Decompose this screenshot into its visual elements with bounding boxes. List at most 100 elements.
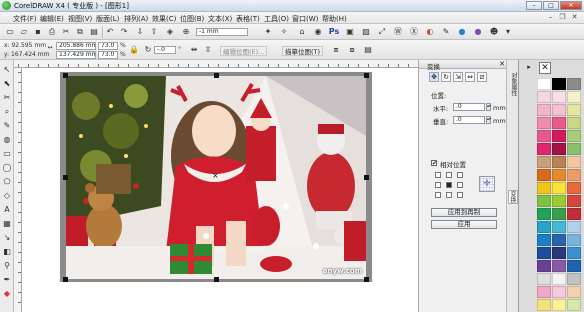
color-swatch[interactable] [567, 273, 581, 285]
color-swatch[interactable] [552, 104, 566, 116]
palette-arrow-icon[interactable]: ▸ [523, 62, 535, 72]
menu-table[interactable]: 表格(T) [236, 14, 260, 24]
mirror-horizontal-icon[interactable]: ⇹ [188, 44, 200, 56]
rotation-angle-field[interactable]: -.0 [154, 46, 176, 54]
color-swatch[interactable] [552, 247, 566, 259]
color-swatch[interactable] [537, 104, 551, 116]
minimize-button[interactable]: – [526, 1, 542, 10]
color-swatch[interactable] [537, 195, 551, 207]
excel-icon[interactable]: Ⓧ [408, 26, 420, 38]
crop-tool-icon[interactable]: ✂ [1, 92, 13, 103]
color-swatch[interactable] [537, 247, 551, 259]
side-tab-transform[interactable]: 变换 [508, 190, 518, 204]
connector-icon[interactable]: ⤢ [376, 26, 388, 38]
to-front-icon[interactable]: ⧈ [330, 44, 342, 56]
snap-to-icon[interactable]: ✦ [262, 26, 274, 38]
color-swatch[interactable] [537, 156, 551, 168]
relative-position-checkbox[interactable]: ✔ [431, 160, 437, 167]
color-swatch[interactable] [567, 91, 581, 103]
menu-arrange[interactable]: 排列(A) [124, 14, 148, 24]
horizontal-ruler[interactable] [14, 60, 418, 68]
color-swatch[interactable] [567, 182, 581, 194]
color-swatch[interactable] [552, 299, 566, 311]
apply-button[interactable]: 应用 [431, 220, 497, 229]
vertical-position-input[interactable]: .0 [453, 116, 485, 124]
position-x-label[interactable]: x: 92.595 mm [4, 42, 46, 49]
color-styles-icon[interactable]: ● [472, 26, 484, 38]
rectangle-tool-icon[interactable]: ▭ [1, 148, 13, 159]
menu-view[interactable]: 视图(V) [68, 14, 92, 24]
anchor-top-center[interactable] [446, 172, 452, 178]
text-icon[interactable]: ✎ [440, 26, 452, 38]
color-swatch[interactable] [552, 130, 566, 142]
color-swatch[interactable] [552, 234, 566, 246]
application-launcher-icon[interactable]: ◈ [164, 26, 176, 38]
color-swatch[interactable] [537, 78, 551, 90]
color-swatch[interactable] [537, 117, 551, 129]
selection-handle-top-right[interactable] [364, 73, 369, 78]
vertical-spinner[interactable]: ▴▾ [486, 116, 491, 124]
menu-file[interactable]: 文件(F) [13, 14, 37, 24]
doc-minimize-icon[interactable]: – [546, 13, 555, 22]
ellipse-tool-icon[interactable]: ◯ [1, 162, 13, 173]
maximize-button[interactable]: □ [543, 1, 559, 10]
color-swatch[interactable] [552, 260, 566, 272]
color-swatch[interactable] [552, 286, 566, 298]
eyedropper-tool-icon[interactable]: ⚲ [1, 260, 13, 271]
anchor-bottom-right[interactable] [457, 192, 463, 198]
open-folder-icon[interactable]: ▱ [18, 26, 30, 38]
color-swatch[interactable] [537, 273, 551, 285]
position-y-label[interactable]: y: 167.424 mm [4, 51, 49, 58]
menu-edit[interactable]: 编辑(E) [40, 14, 64, 24]
color-swatch[interactable] [567, 247, 581, 259]
skew-tab-icon[interactable]: ⧄ [477, 72, 487, 82]
wrap-text-icon[interactable]: ▤ [362, 44, 374, 56]
selection-handle-middle-left[interactable] [63, 175, 68, 180]
edit-bitmap-button[interactable]: 编辑位图(E)... [220, 46, 268, 56]
color-swatch[interactable] [552, 195, 566, 207]
color-swatch[interactable] [567, 104, 581, 116]
to-back-icon[interactable]: ⧇ [346, 44, 358, 56]
color-swatch[interactable] [567, 143, 581, 155]
dimension-tool-icon[interactable]: ↘ [1, 232, 13, 243]
anchor-top-right[interactable] [457, 172, 463, 178]
doc-close-icon[interactable]: ✕ [570, 13, 579, 22]
save-icon[interactable]: ▪ [32, 26, 44, 38]
pick-tool-icon[interactable]: ↖ [1, 64, 13, 75]
mirror-vertical-icon[interactable]: ⇳ [202, 44, 214, 56]
color-swatch[interactable] [567, 117, 581, 129]
width-field[interactable]: 205.886 mm [56, 42, 96, 50]
undo-icon[interactable]: ↶ [104, 26, 116, 38]
color-swatch[interactable] [537, 143, 551, 155]
selection-handle-top-middle[interactable] [214, 73, 219, 78]
table-tool-icon[interactable]: ▦ [1, 218, 13, 229]
zoom-level-field[interactable]: -1 mm [196, 28, 248, 36]
color-swatch[interactable] [567, 169, 581, 181]
selection-handle-middle-right[interactable] [364, 175, 369, 180]
color-swatch[interactable] [537, 169, 551, 181]
basic-shapes-icon[interactable]: ◇ [1, 190, 13, 201]
height-field[interactable]: 137.429 mm [56, 51, 96, 59]
color-swatch[interactable] [537, 234, 551, 246]
color-swatch[interactable] [552, 169, 566, 181]
color-swatch[interactable] [567, 260, 581, 272]
color-swatch[interactable] [567, 156, 581, 168]
apply-to-duplicate-button[interactable]: 应用到再制 [431, 208, 497, 217]
shape-tool-icon[interactable]: ⬉ [1, 78, 13, 89]
color-swatch[interactable] [537, 182, 551, 194]
selection-handle-bottom-right[interactable] [364, 277, 369, 282]
color-swatch[interactable] [552, 143, 566, 155]
import-icon[interactable]: ⇩ [134, 26, 146, 38]
no-color-swatch-icon[interactable]: ✕ [539, 62, 551, 74]
docker-close-icon[interactable]: ✕ [499, 60, 505, 68]
photoshop-link-icon[interactable]: Ps [328, 26, 340, 38]
color-swatch[interactable] [567, 221, 581, 233]
color-swatch[interactable] [537, 91, 551, 103]
size-tab-icon[interactable]: ⇔ [465, 72, 475, 82]
print-icon[interactable]: ⎙ [46, 26, 58, 38]
menu-tools[interactable]: 工具(O) [264, 14, 289, 24]
menu-effects[interactable]: 效果(C) [152, 14, 176, 24]
selection-handle-bottom-middle[interactable] [214, 277, 219, 282]
color-swatch[interactable] [552, 117, 566, 129]
word-icon[interactable]: Ⓦ [392, 26, 404, 38]
